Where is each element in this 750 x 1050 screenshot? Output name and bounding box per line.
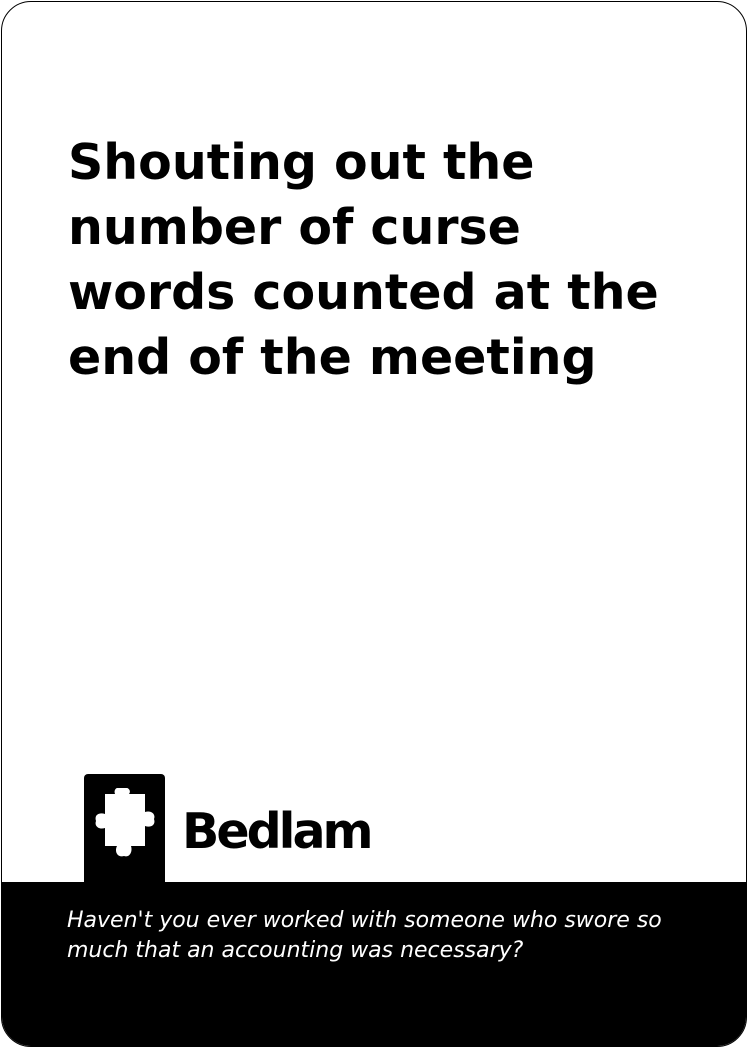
footer-band: Haven't you ever worked with someone who…: [2, 882, 746, 1046]
game-card: Shouting out the number of curse words c…: [1, 1, 747, 1047]
card-main-text: Shouting out the number of curse words c…: [68, 134, 659, 386]
flavor-text: Haven't you ever worked with someone who…: [67, 908, 662, 963]
brand-logo: [84, 774, 165, 904]
puzzle-piece-icon: [95, 788, 155, 857]
brand-name: Bedlam: [182, 803, 374, 860]
